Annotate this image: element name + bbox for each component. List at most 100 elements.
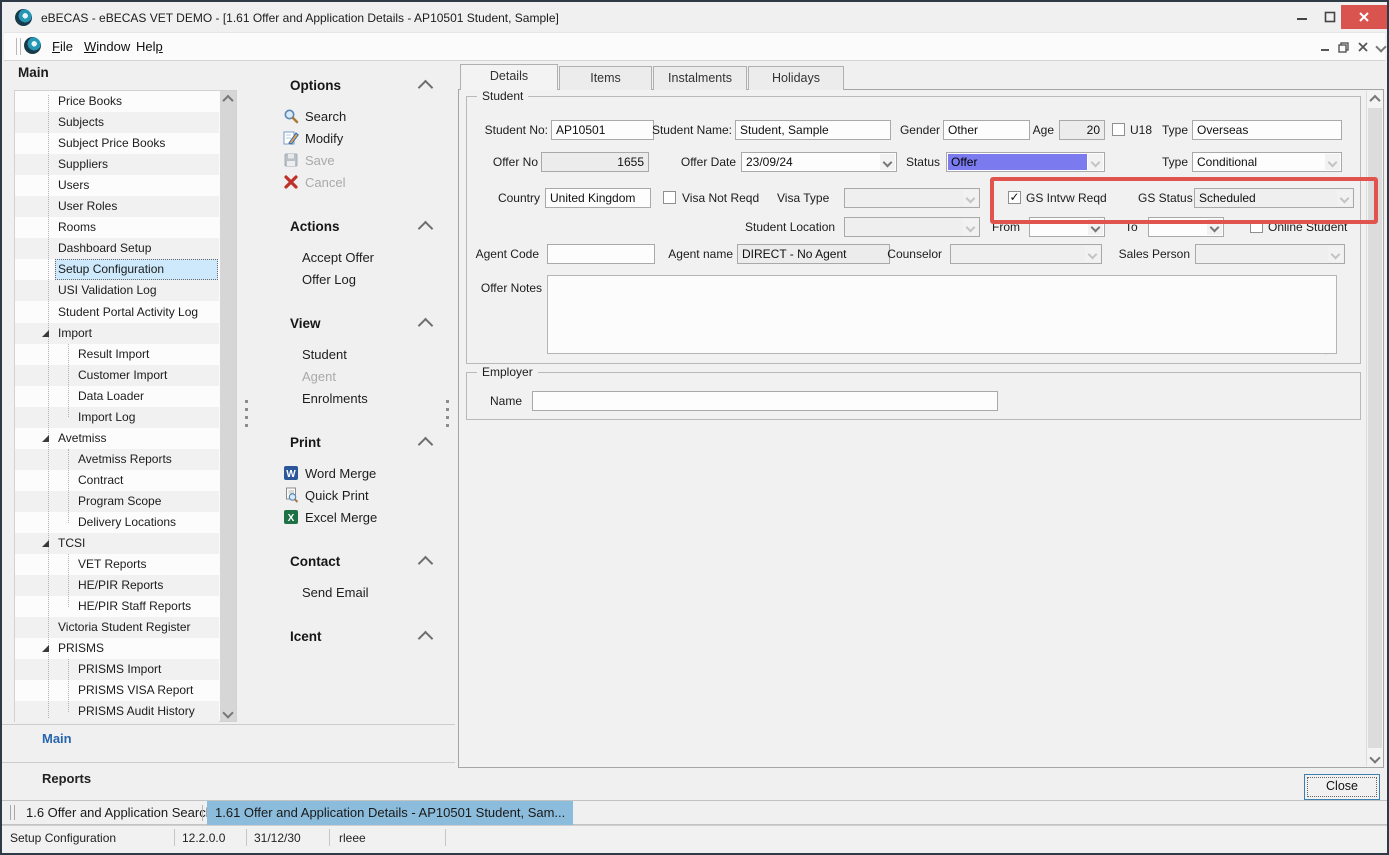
close-button[interactable]: Close <box>1304 774 1380 800</box>
sidebar-item-rooms[interactable]: Rooms <box>15 217 219 238</box>
visa-not-reqd-checkbox[interactable] <box>663 191 676 204</box>
sidebar-item-victoria-student-register[interactable]: Victoria Student Register <box>15 617 219 638</box>
sidebar-item-avetmiss-reports[interactable]: Avetmiss Reports <box>15 449 219 470</box>
splitter-handle[interactable] <box>446 400 449 430</box>
tabbar-grip[interactable] <box>10 805 15 820</box>
scroll-down-icon[interactable] <box>220 705 236 721</box>
tree-scrollbar[interactable] <box>220 91 236 721</box>
action-modify[interactable]: Modify <box>305 131 343 146</box>
menu-file[interactable]: File <box>48 38 77 55</box>
sidebar-item-program-scope[interactable]: Program Scope <box>15 491 219 512</box>
chevron-down-icon[interactable] <box>963 190 978 206</box>
sidebar-item-delivery-locations[interactable]: Delivery Locations <box>15 512 219 533</box>
menu-window[interactable]: Window <box>80 38 134 55</box>
nav-group-reports[interactable]: Reports <box>42 771 91 786</box>
sidebar-item-he-pir-staff-reports[interactable]: HE/PIR Staff Reports <box>15 596 219 617</box>
sidebar-item-import[interactable]: Import <box>15 323 219 344</box>
collapse-chevron-icon[interactable] <box>418 556 434 572</box>
window-list-dropdown-button[interactable] <box>1372 40 1389 54</box>
sidebar-item-suppliers[interactable]: Suppliers <box>15 154 219 175</box>
visa-type-combo[interactable] <box>844 188 980 208</box>
window-tab-search[interactable]: 1.6 Offer and Application Search <box>18 801 221 825</box>
gs-intvw-reqd-checkbox[interactable]: ✓ <box>1008 191 1021 204</box>
chevron-down-icon[interactable] <box>1085 246 1100 262</box>
mdi-minimize-button[interactable] <box>1316 40 1333 54</box>
sidebar-item-tcsi[interactable]: TCSI <box>15 533 219 554</box>
nav-group-main[interactable]: Main <box>42 731 72 746</box>
tree-expander-icon[interactable] <box>42 645 49 652</box>
agent-name-field[interactable] <box>737 244 890 264</box>
agent-code-field[interactable] <box>547 244 655 264</box>
sidebar-item-customer-import[interactable]: Customer Import <box>15 365 219 386</box>
counselor-combo[interactable] <box>950 244 1102 264</box>
minimize-button[interactable] <box>1288 6 1316 28</box>
tab-items[interactable]: Items <box>559 66 652 90</box>
collapse-chevron-icon[interactable] <box>418 631 434 647</box>
sales-person-combo[interactable] <box>1195 244 1345 264</box>
tab-instalments[interactable]: Instalments <box>653 66 747 90</box>
close-window-button[interactable] <box>1341 5 1387 29</box>
sidebar-item-prisms-import[interactable]: PRISMS Import <box>15 659 219 680</box>
action-excel-merge[interactable]: Excel Merge <box>305 510 377 525</box>
sidebar-item-student-portal-activity-log[interactable]: Student Portal Activity Log <box>15 302 219 323</box>
section-header-contact[interactable]: Contact <box>290 554 340 569</box>
from-combo[interactable] <box>1029 217 1105 237</box>
u18-checkbox[interactable] <box>1112 123 1125 136</box>
age-field[interactable] <box>1059 120 1105 140</box>
action-enrolments[interactable]: Enrolments <box>302 391 368 406</box>
action-offer-log[interactable]: Offer Log <box>302 272 356 287</box>
sidebar-item-user-roles[interactable]: User Roles <box>15 196 219 217</box>
sidebar-item-data-loader[interactable]: Data Loader <box>15 386 219 407</box>
sidebar-item-prisms-audit-history[interactable]: PRISMS Audit History <box>15 701 219 722</box>
sidebar-item-usi-validation-log[interactable]: USI Validation Log <box>15 280 219 301</box>
mdi-close-button[interactable] <box>1354 40 1371 54</box>
menu-help[interactable]: Help <box>132 38 167 55</box>
action-accept-offer[interactable]: Accept Offer <box>302 250 374 265</box>
details-scrollbar[interactable] <box>1366 91 1383 766</box>
offer-type-combo[interactable]: Conditional <box>1192 152 1342 172</box>
scroll-up-icon[interactable] <box>220 91 236 107</box>
sidebar-item-subject-price-books[interactable]: Subject Price Books <box>15 133 219 154</box>
sidebar-item-import-log[interactable]: Import Log <box>15 407 219 428</box>
sidebar-item-setup-configuration[interactable]: Setup Configuration <box>15 259 219 280</box>
scroll-down-icon[interactable] <box>1367 750 1383 766</box>
collapse-chevron-icon[interactable] <box>418 221 434 237</box>
section-header-options[interactable]: Options <box>290 78 341 93</box>
offer-date-combo[interactable]: 23/09/24 <box>741 152 897 172</box>
chevron-down-icon[interactable] <box>1207 219 1222 235</box>
section-header-print[interactable]: Print <box>290 435 321 450</box>
employer-name-field[interactable] <box>532 391 998 411</box>
sidebar-item-prisms-visa-report[interactable]: PRISMS VISA Report <box>15 680 219 701</box>
student-location-combo[interactable] <box>844 217 980 237</box>
sidebar-item-prisms[interactable]: PRISMS <box>15 638 219 659</box>
sidebar-item-dashboard-setup[interactable]: Dashboard Setup <box>15 238 219 259</box>
sidebar-item-contract[interactable]: Contract <box>15 470 219 491</box>
sidebar-item-vet-reports[interactable]: VET Reports <box>15 554 219 575</box>
offer-notes-textarea[interactable] <box>547 275 1337 354</box>
sidebar-item-he-pir-reports[interactable]: HE/PIR Reports <box>15 575 219 596</box>
action-quick-print[interactable]: Quick Print <box>305 488 369 503</box>
collapse-chevron-icon[interactable] <box>418 318 434 334</box>
splitter-handle[interactable] <box>245 400 248 430</box>
chevron-down-icon[interactable] <box>1337 190 1352 206</box>
chevron-down-icon[interactable] <box>1325 154 1340 170</box>
action-send-email[interactable]: Send Email <box>302 585 368 600</box>
tree-expander-icon[interactable] <box>42 435 49 442</box>
collapse-chevron-icon[interactable] <box>418 437 434 453</box>
student-name-field[interactable] <box>735 120 891 140</box>
action-search[interactable]: Search <box>305 109 346 124</box>
country-field[interactable] <box>545 188 651 208</box>
to-combo[interactable] <box>1148 217 1224 237</box>
collapse-chevron-icon[interactable] <box>418 80 434 96</box>
chevron-down-icon[interactable] <box>1328 246 1343 262</box>
tree-expander-icon[interactable] <box>42 330 49 337</box>
student-no-field[interactable] <box>551 120 654 140</box>
menu-grip[interactable] <box>16 38 21 55</box>
chevron-down-icon[interactable] <box>1088 154 1103 170</box>
gs-status-combo[interactable]: Scheduled <box>1194 188 1354 208</box>
sidebar-item-price-books[interactable]: Price Books <box>15 91 219 112</box>
chevron-down-icon[interactable] <box>1088 219 1103 235</box>
action-word-merge[interactable]: Word Merge <box>305 466 376 481</box>
gender-field[interactable] <box>943 120 1030 140</box>
sidebar-item-subjects[interactable]: Subjects <box>15 112 219 133</box>
